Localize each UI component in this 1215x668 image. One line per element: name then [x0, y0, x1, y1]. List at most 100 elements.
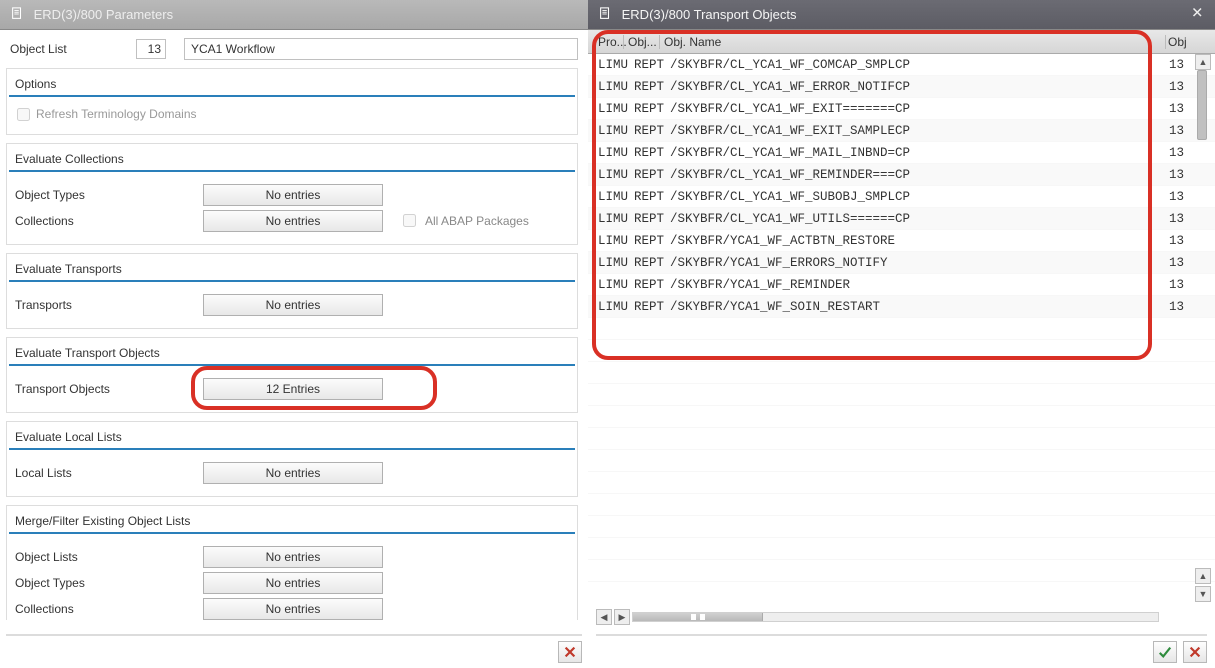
- col-obj[interactable]: Obj...: [624, 35, 660, 49]
- cell-obj: REPT: [634, 212, 670, 226]
- group-eval-transports: Evaluate Transports Transports No entrie…: [6, 253, 578, 329]
- cell-name: /SKYBFR/CL_YCA1_WF_COMCAP_SMPLCP: [670, 58, 1169, 72]
- cell-pro: LIMU: [598, 300, 634, 314]
- table-blank-row: [588, 560, 1215, 582]
- cell-name: /SKYBFR/YCA1_WF_ERRORS_NOTIFY: [670, 256, 1169, 270]
- scroll-up-arrow-2-icon[interactable]: ▲: [1195, 568, 1211, 584]
- cell-name: /SKYBFR/CL_YCA1_WF_ERROR_NOTIFCP: [670, 80, 1169, 94]
- cell-obj: REPT: [634, 234, 670, 248]
- cell-name: /SKYBFR/CL_YCA1_WF_REMINDER===CP: [670, 168, 1169, 182]
- cell-name: /SKYBFR/CL_YCA1_WF_EXIT_SAMPLECP: [670, 124, 1169, 138]
- table-blank-row: [588, 538, 1215, 560]
- table-row[interactable]: LIMUREPT/SKYBFR/YCA1_WF_REMINDER13: [588, 274, 1215, 296]
- table-row[interactable]: LIMUREPT/SKYBFR/YCA1_WF_SOIN_RESTART13: [588, 296, 1215, 318]
- table-row[interactable]: LIMUREPT/SKYBFR/YCA1_WF_ACTBTN_RESTORE13: [588, 230, 1215, 252]
- all-abap-input[interactable]: [403, 214, 416, 227]
- col-name[interactable]: Obj. Name: [660, 35, 1165, 49]
- table-row[interactable]: LIMUREPT/SKYBFR/CL_YCA1_WF_MAIL_INBND=CP…: [588, 142, 1215, 164]
- eval-local-header: Evaluate Local Lists: [9, 426, 575, 450]
- hscroll-thumb[interactable]: [633, 613, 763, 621]
- table-blank-row: [588, 340, 1215, 362]
- group-eval-transport-objects: Evaluate Transport Objects Transport Obj…: [6, 337, 578, 413]
- scroll-down-arrow-icon[interactable]: ▼: [1195, 586, 1211, 602]
- col-last[interactable]: Obj: [1165, 35, 1195, 49]
- table-blank-row: [588, 428, 1215, 450]
- table-blank-row: [588, 318, 1215, 340]
- merge-object-types-button[interactable]: No entries: [203, 572, 383, 594]
- merge-collections-label: Collections: [13, 602, 203, 616]
- col-pro[interactable]: Pro...: [588, 35, 624, 49]
- eval-collections-header: Evaluate Collections: [9, 148, 575, 172]
- group-options-header: Options: [9, 73, 575, 97]
- table-row[interactable]: LIMUREPT/SKYBFR/CL_YCA1_WF_EXIT=======CP…: [588, 98, 1215, 120]
- cell-pro: LIMU: [598, 124, 634, 138]
- table-blank-row: [588, 516, 1215, 538]
- cell-pro: LIMU: [598, 102, 634, 116]
- cell-pro: LIMU: [598, 58, 634, 72]
- scroll-thumb[interactable]: [1197, 70, 1207, 140]
- table-blank-row: [588, 384, 1215, 406]
- table-row[interactable]: LIMUREPT/SKYBFR/CL_YCA1_WF_EXIT_SAMPLECP…: [588, 120, 1215, 142]
- tobjects-button[interactable]: 12 Entries: [203, 378, 383, 400]
- scroll-up-arrow-icon[interactable]: ▲: [1195, 54, 1211, 70]
- merge-object-types-label: Object Types: [13, 576, 203, 590]
- collections-label: Collections: [13, 214, 203, 228]
- cell-obj: REPT: [634, 146, 670, 160]
- group-eval-local: Evaluate Local Lists Local Lists No entr…: [6, 421, 578, 497]
- object-types-label: Object Types: [13, 188, 203, 202]
- table-row[interactable]: LIMUREPT/SKYBFR/CL_YCA1_WF_COMCAP_SMPLCP…: [588, 54, 1215, 76]
- cell-pro: LIMU: [598, 146, 634, 160]
- merge-collections-button[interactable]: No entries: [203, 598, 383, 620]
- table-blank-row: [588, 472, 1215, 494]
- cell-name: /SKYBFR/CL_YCA1_WF_MAIL_INBND=CP: [670, 146, 1169, 160]
- cell-obj: REPT: [634, 256, 670, 270]
- left-title: ERD(3)/800 Parameters: [34, 7, 173, 22]
- table-blank-row: [588, 450, 1215, 472]
- object-types-button[interactable]: No entries: [203, 184, 383, 206]
- hscroll-left-arrow-icon[interactable]: ◀: [596, 609, 612, 625]
- right-title: ERD(3)/800 Transport Objects: [622, 7, 797, 22]
- table-row[interactable]: LIMUREPT/SKYBFR/CL_YCA1_WF_SUBOBJ_SMPLCP…: [588, 186, 1215, 208]
- left-titlebar: ERD(3)/800 Parameters: [0, 0, 588, 30]
- group-merge-filter: Merge/Filter Existing Object Lists Objec…: [6, 505, 578, 621]
- cell-pro: LIMU: [598, 168, 634, 182]
- cell-obj: REPT: [634, 190, 670, 204]
- all-abap-label: All ABAP Packages: [425, 214, 529, 228]
- transports-label: Transports: [13, 298, 203, 312]
- table-row[interactable]: LIMUREPT/SKYBFR/CL_YCA1_WF_UTILS======CP…: [588, 208, 1215, 230]
- table-header: Pro... Obj... Obj. Name Obj: [588, 30, 1215, 54]
- ok-button[interactable]: [1153, 641, 1177, 663]
- collections-button[interactable]: No entries: [203, 210, 383, 232]
- hscroll-right-arrow-icon[interactable]: ▶: [614, 609, 630, 625]
- table-row[interactable]: LIMUREPT/SKYBFR/CL_YCA1_WF_REMINDER===CP…: [588, 164, 1215, 186]
- all-abap-checkbox[interactable]: All ABAP Packages: [399, 211, 529, 230]
- cell-obj: REPT: [634, 278, 670, 292]
- object-list-number[interactable]: 13: [136, 39, 166, 59]
- merge-object-lists-label: Object Lists: [13, 550, 203, 564]
- merge-object-lists-button[interactable]: No entries: [203, 546, 383, 568]
- cell-name: /SKYBFR/CL_YCA1_WF_EXIT=======CP: [670, 102, 1169, 116]
- cancel-button[interactable]: [558, 641, 582, 663]
- refresh-terminology-input[interactable]: [17, 108, 30, 121]
- eval-tobjects-header: Evaluate Transport Objects: [9, 342, 575, 366]
- table-blank-row: [588, 406, 1215, 428]
- cancel-button-2[interactable]: [1183, 641, 1207, 663]
- group-options: Options Refresh Terminology Domains: [6, 68, 578, 135]
- object-list-label: Object List: [6, 42, 136, 56]
- cell-pro: LIMU: [598, 278, 634, 292]
- local-lists-button[interactable]: No entries: [203, 462, 383, 484]
- cell-name: /SKYBFR/CL_YCA1_WF_SUBOBJ_SMPLCP: [670, 190, 1169, 204]
- table-row[interactable]: LIMUREPT/SKYBFR/CL_YCA1_WF_ERROR_NOTIFCP…: [588, 76, 1215, 98]
- object-list-name[interactable]: YCA1 Workflow: [184, 38, 578, 60]
- table-row[interactable]: LIMUREPT/SKYBFR/YCA1_WF_ERRORS_NOTIFY13: [588, 252, 1215, 274]
- refresh-terminology-checkbox[interactable]: Refresh Terminology Domains: [17, 107, 197, 121]
- vertical-scrollbar[interactable]: ▲ ▲ ▼: [1195, 54, 1211, 602]
- cell-obj: REPT: [634, 168, 670, 182]
- transports-button[interactable]: No entries: [203, 294, 383, 316]
- table-blank-row: [588, 494, 1215, 516]
- cell-obj: REPT: [634, 102, 670, 116]
- close-button[interactable]: [1189, 6, 1207, 24]
- horizontal-scrollbar[interactable]: ◀ ▶: [596, 608, 1159, 626]
- cell-obj: REPT: [634, 80, 670, 94]
- merge-header: Merge/Filter Existing Object Lists: [9, 510, 575, 534]
